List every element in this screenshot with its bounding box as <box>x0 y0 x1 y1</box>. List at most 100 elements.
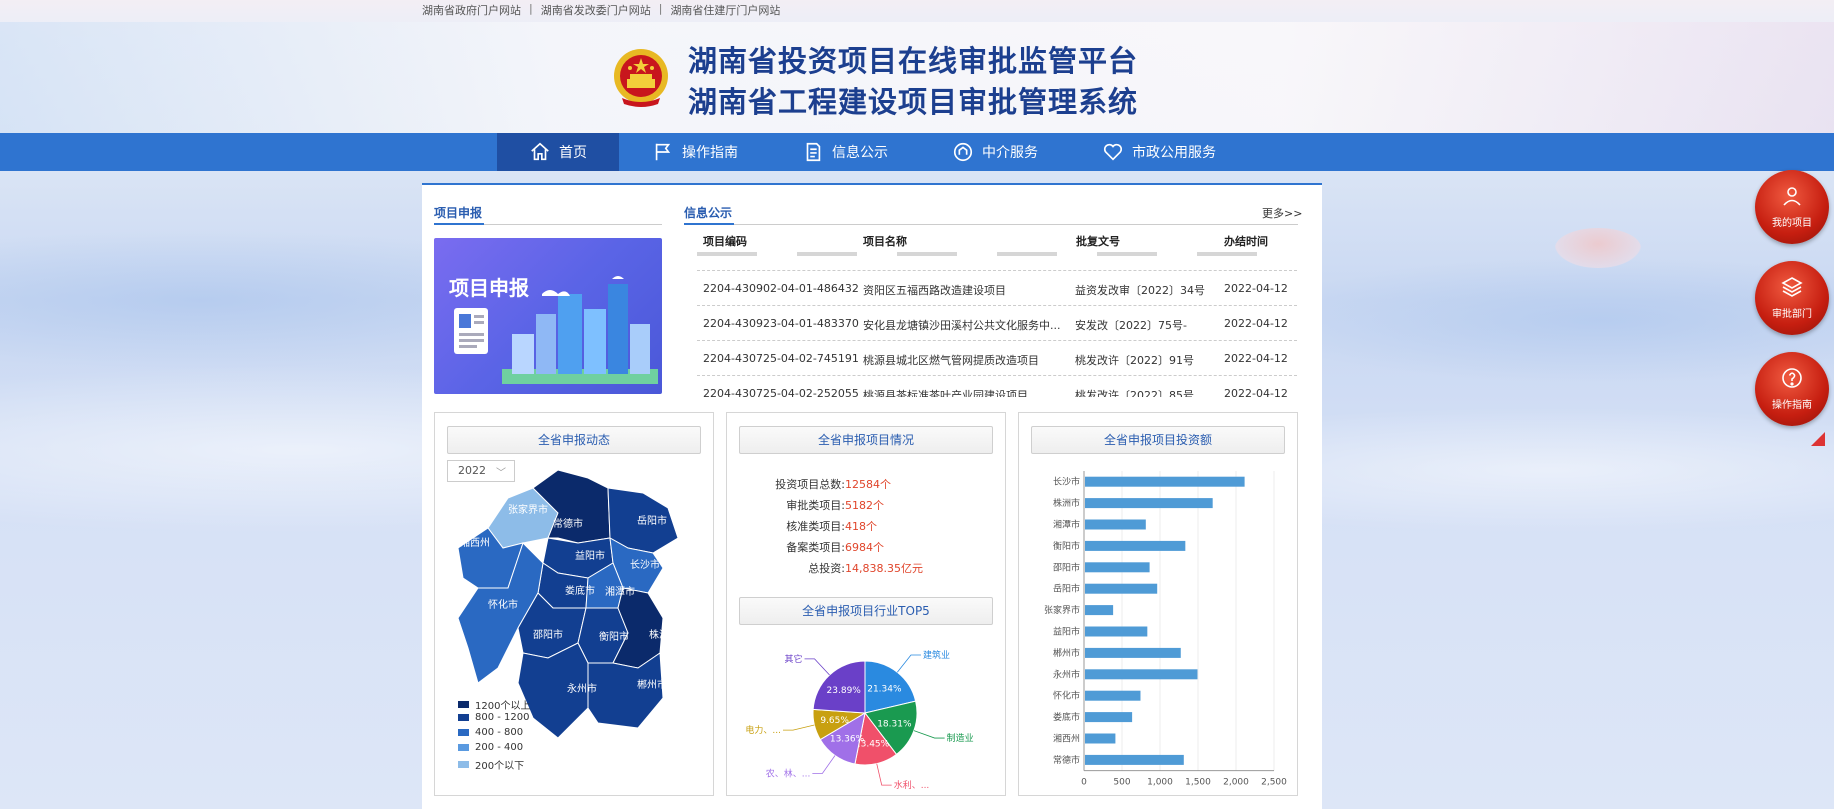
nav-home[interactable]: 首页 <box>497 133 619 171</box>
map-label: 湘潭市 <box>605 585 635 598</box>
link-drc-portal[interactable]: 湖南省发改委门户网站 <box>541 2 651 18</box>
cell-approval: 益资发改审〔2022〕34号 <box>1075 284 1205 297</box>
cell-code: 2204-430902-04-01-486432 <box>703 282 859 295</box>
section-underline <box>684 223 1298 225</box>
stat-value: 12584个 <box>845 478 891 491</box>
map-label: 常德市 <box>553 517 583 530</box>
table-row[interactable]: 2204-430725-04-02-745191 桃源县城北区燃气管网提质改造项… <box>697 340 1297 375</box>
bar <box>1085 626 1148 637</box>
project-apply-banner[interactable]: 项目申报 <box>434 238 662 394</box>
stats-box-title[interactable]: 全省申报项目情况 <box>739 426 993 454</box>
stat-verify: 核准类项目:418个 <box>765 518 877 534</box>
map-label: 张家界市 <box>508 503 548 516</box>
bar <box>1085 476 1245 487</box>
nav-municipal[interactable]: 市政公用服务 <box>1102 133 1216 171</box>
map-label: 娄底市 <box>565 584 595 597</box>
stat-label: 备案类项目: <box>786 541 845 554</box>
top-links: 湖南省政府门户网站 | 湖南省发改委门户网站 | 湖南省住建厅门户网站 <box>422 2 780 18</box>
site-title-2: 湖南省工程建设项目审批管理系统 <box>688 85 1139 119</box>
pie-category-label: 制造业 <box>947 732 974 744</box>
agency-icon <box>953 142 973 162</box>
bar <box>1085 562 1150 573</box>
bar-category-label: 永州市 <box>1053 668 1080 680</box>
heart-icon <box>1103 143 1123 161</box>
cell-approval: 桃发改许〔2022〕85号 <box>1075 389 1194 397</box>
bar <box>1085 669 1198 680</box>
link-housing-portal[interactable]: 湖南省住建厅门户网站 <box>670 2 780 18</box>
legend-item: 200个以下 <box>458 757 524 772</box>
bar-category-label: 湘潭市 <box>1053 519 1080 531</box>
pie-percent-label: 9.65% <box>820 716 849 726</box>
cell-name: 桃源县茶标准茶叶产业园建设项目 <box>863 389 1028 397</box>
bar-x-tick-label: 500 <box>1113 778 1130 788</box>
stat-label: 投资项目总数: <box>775 478 845 491</box>
bar-category-label: 岳阳市 <box>1053 583 1080 595</box>
table-row[interactable]: 2204-430902-04-01-486432 资阳区五福西路改造建设项目 益… <box>697 270 1297 305</box>
operation-guide-button[interactable]: 操作指南 <box>1755 352 1829 426</box>
table-row[interactable]: 2204-430923-04-01-483370 安化县龙塘镇沙田溪村公共文化服… <box>697 305 1297 340</box>
cell-approval: 桃发改许〔2022〕91号 <box>1075 354 1194 367</box>
pie-percent-label: 18.31% <box>877 720 912 730</box>
map-label: 永州市 <box>567 682 597 695</box>
map-box-title[interactable]: 全省申报动态 <box>447 426 701 454</box>
legend-label: 200个以下 <box>475 761 525 772</box>
pie-category-label: 电力、... <box>745 724 781 736</box>
pie-title[interactable]: 全省申报项目行业TOP5 <box>739 597 993 625</box>
pie-leader-line <box>804 658 830 676</box>
invest-box-title[interactable]: 全省申报项目投资额 <box>1031 426 1285 454</box>
balloon-decoration <box>1555 228 1641 268</box>
cell-code: 2204-430725-04-02-252055 <box>703 387 859 397</box>
stat-approval: 审批类项目:5182个 <box>765 497 884 513</box>
bar-x-tick-label: 2,000 <box>1223 778 1249 788</box>
pie-percent-label: 13.36% <box>830 734 865 744</box>
nav-agency[interactable]: 中介服务 <box>952 133 1038 171</box>
bar-category-label: 常德市 <box>1053 754 1080 766</box>
cell-date: 2022-04-12 <box>1224 352 1288 365</box>
map-label: 怀化市 <box>488 598 518 611</box>
bar-category-label: 衡阳市 <box>1053 540 1080 552</box>
stat-label: 总投资: <box>808 562 845 575</box>
table-row[interactable]: 2204-430725-04-02-252055 桃源县茶标准茶叶产业园建设项目… <box>697 375 1297 397</box>
stat-record: 备案类项目:6984个 <box>765 539 884 555</box>
section-underline <box>434 223 662 225</box>
cell-name: 桃源县城北区燃气管网提质改造项目 <box>863 354 1039 367</box>
main-nav: 首页 操作指南 信息公示 中介服务 市政公用服务 <box>0 133 1834 171</box>
investment-bar-chart: 0 500 1,000 1,500 2,000 2,500 长沙市株洲市湘潭市衡阳市邵阳市岳… <box>1044 471 1287 788</box>
bar-x-tick-label: 1,500 <box>1185 778 1211 788</box>
site-title-1: 湖南省投资项目在线审批监管平台 <box>688 44 1139 78</box>
nav-label: 信息公示 <box>832 145 888 161</box>
map-label: 株洲市 <box>649 628 679 641</box>
nav-label: 首页 <box>559 145 587 161</box>
bar-category-label: 怀化市 <box>1053 690 1080 702</box>
legend-swatch <box>458 744 469 751</box>
float-label: 操作指南 <box>1772 400 1812 411</box>
pie-leader-line <box>896 654 921 673</box>
document-icon <box>806 142 821 162</box>
pie-category-label: 其它 <box>785 653 803 665</box>
nav-guide[interactable]: 操作指南 <box>652 133 738 171</box>
bar-category-label: 邵阳市 <box>1053 561 1080 573</box>
map-label: 郴州市 <box>637 678 667 691</box>
nav-info[interactable]: 信息公示 <box>802 133 888 171</box>
pie-category-label: 农、林、... <box>766 767 811 779</box>
bar <box>1085 733 1116 744</box>
col-header-name: 项目名称 <box>863 235 907 248</box>
stat-label: 核准类项目: <box>786 520 845 533</box>
my-projects-button[interactable]: 我的项目 <box>1755 170 1829 244</box>
bar-category-label: 益阳市 <box>1053 626 1080 638</box>
bar-x-tick-label: 2,500 <box>1261 778 1287 788</box>
legend-swatch <box>458 714 469 721</box>
approval-dept-button[interactable]: 审批部门 <box>1755 261 1829 335</box>
legend-swatch <box>458 701 469 708</box>
pie-percent-label: 23.89% <box>827 686 862 696</box>
more-link[interactable]: 更多>> <box>1262 205 1302 221</box>
bar-category-label: 株洲市 <box>1053 497 1080 509</box>
layers-icon <box>1781 277 1803 297</box>
bar-x-tick-label: 1,000 <box>1147 778 1173 788</box>
map-label: 长沙市 <box>630 558 660 571</box>
collapse-corner-icon[interactable] <box>1811 432 1825 446</box>
user-icon <box>1783 187 1801 206</box>
stat-label: 审批类项目: <box>786 499 845 512</box>
pie-category-label: 水利、... <box>894 779 930 790</box>
link-gov-portal[interactable]: 湖南省政府门户网站 <box>422 2 521 18</box>
